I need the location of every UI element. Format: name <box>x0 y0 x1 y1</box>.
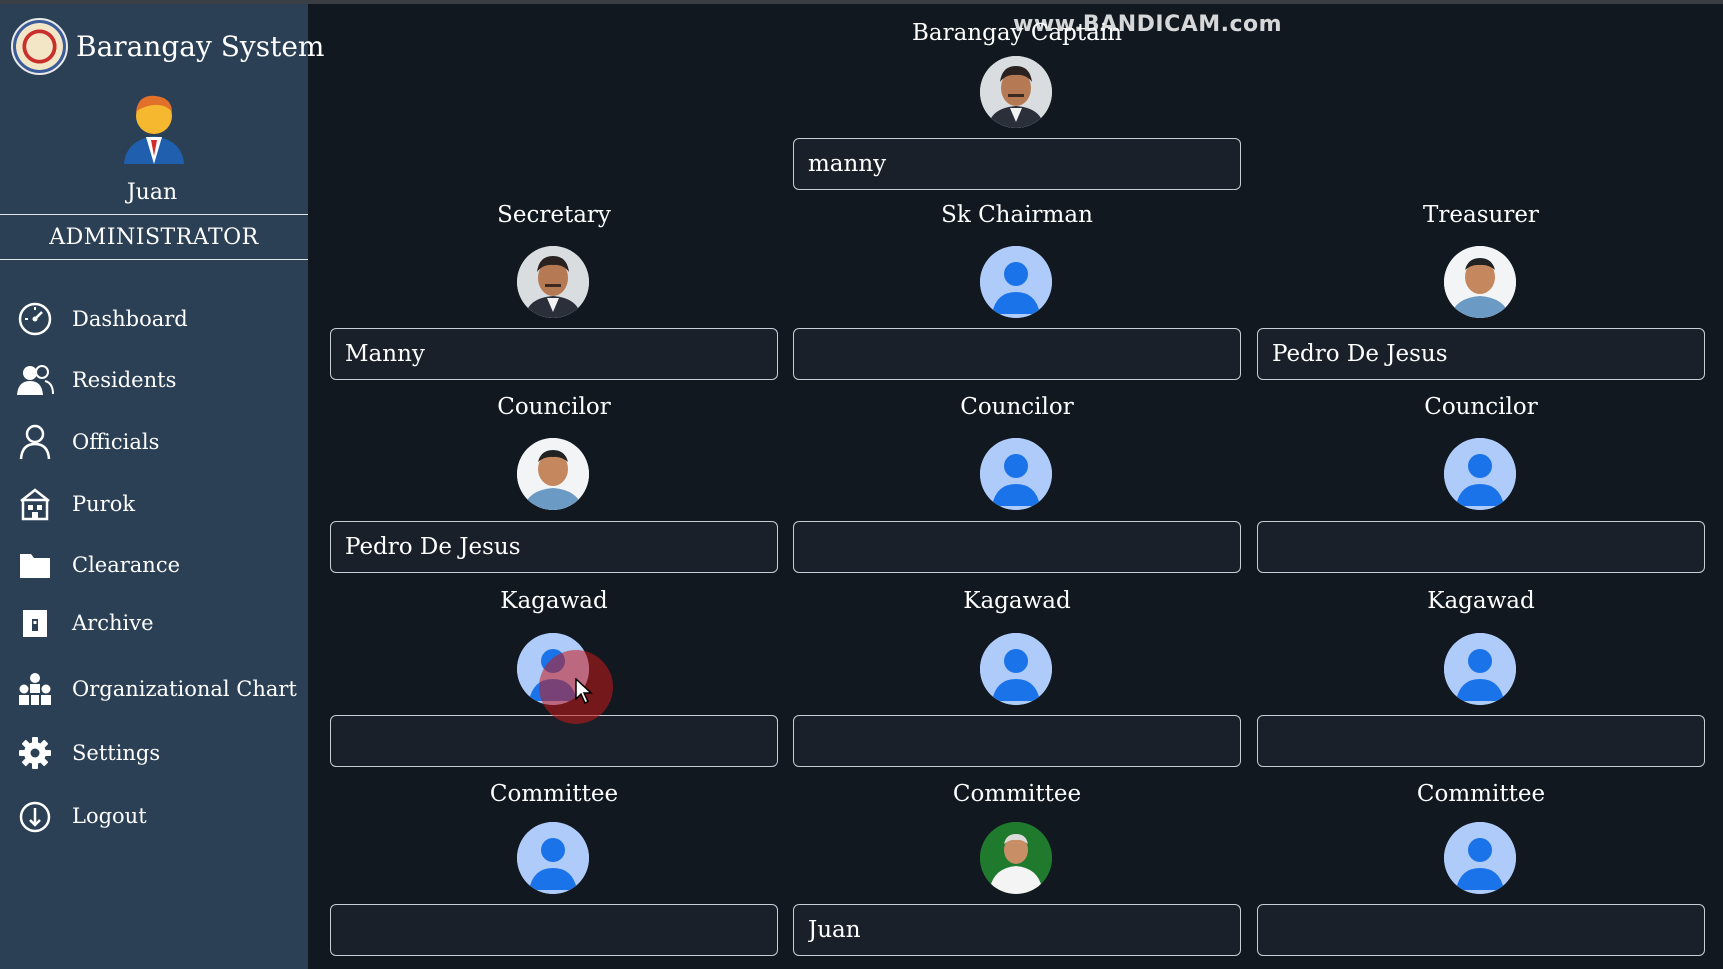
role-title-committee: Committee <box>952 781 1082 807</box>
role-title-committee: Committee <box>489 781 619 807</box>
role-title-secretary: Secretary <box>497 202 611 228</box>
committee-2-photo[interactable] <box>980 822 1052 894</box>
purok-building-icon <box>16 485 54 523</box>
sidebar-item-label: Dashboard <box>72 307 188 331</box>
sidebar-item-residents[interactable]: Residents <box>16 358 302 402</box>
role-title-kagawad: Kagawad <box>500 588 608 614</box>
role-title-committee: Committee <box>1416 781 1546 807</box>
captain-photo[interactable] <box>980 56 1052 128</box>
sidebar: Barangay System Juan ADMINISTRATOR Dashb… <box>0 4 324 969</box>
committee-1-name-field[interactable] <box>330 904 778 956</box>
secretary-name-field[interactable] <box>330 328 778 380</box>
sk-chairman-default-avatar[interactable] <box>980 246 1052 318</box>
committee-1-default-avatar[interactable] <box>517 822 589 894</box>
councilor-2-name-field[interactable] <box>793 521 1241 573</box>
app-title: Barangay System <box>76 30 325 63</box>
role-title-councilor: Councilor <box>497 394 611 420</box>
user-role-banner: ADMINISTRATOR <box>0 214 308 260</box>
sidebar-item-clearance[interactable]: Clearance <box>16 543 302 587</box>
sidebar-item-officials[interactable]: Officials <box>16 420 302 464</box>
sidebar-item-label: Residents <box>72 368 177 392</box>
role-title-sk-chairman: Sk Chairman <box>941 202 1093 228</box>
committee-3-default-avatar[interactable] <box>1444 822 1516 894</box>
power-icon <box>16 797 54 835</box>
committee-3-name-field[interactable] <box>1257 904 1705 956</box>
mouse-pointer-icon <box>575 677 593 705</box>
sidebar-item-settings[interactable]: Settings <box>16 731 302 775</box>
councilor-1-photo[interactable] <box>517 438 589 510</box>
officials-user-icon <box>16 423 54 461</box>
role-title-kagawad: Kagawad <box>963 588 1071 614</box>
secretary-photo[interactable] <box>517 246 589 318</box>
role-title-councilor: Councilor <box>1424 394 1538 420</box>
sidebar-item-label: Officials <box>72 430 160 454</box>
user-role: ADMINISTRATOR <box>49 224 259 250</box>
sidebar-item-label: Purok <box>72 492 136 516</box>
role-title-treasurer: Treasurer <box>1423 202 1539 228</box>
barangay-captain-name-field[interactable] <box>793 138 1241 190</box>
folder-icon <box>16 546 54 584</box>
user-name: Juan <box>126 180 178 205</box>
councilor-3-default-avatar[interactable] <box>1444 438 1516 510</box>
sidebar-item-purok[interactable]: Purok <box>16 482 302 526</box>
sidebar-item-label: Logout <box>72 804 147 828</box>
sidebar-item-label: Settings <box>72 741 161 765</box>
kagawad-3-default-avatar[interactable] <box>1444 633 1516 705</box>
brand: Barangay System <box>11 18 324 75</box>
sidebar-item-dashboard[interactable]: Dashboard <box>16 297 302 341</box>
sidebar-item-logout[interactable]: Logout <box>16 794 302 838</box>
sk-chairman-name-field[interactable] <box>793 328 1241 380</box>
committee-2-name-field[interactable] <box>793 904 1241 956</box>
councilor-3-name-field[interactable] <box>1257 521 1705 573</box>
sidebar-item-archive[interactable]: Archive <box>16 601 302 645</box>
kagawad-1-name-field[interactable] <box>330 715 778 767</box>
sidebar-item-label: Clearance <box>72 553 181 577</box>
councilor-2-default-avatar[interactable] <box>980 438 1052 510</box>
role-title-councilor: Councilor <box>960 394 1074 420</box>
kagawad-3-name-field[interactable] <box>1257 715 1705 767</box>
org-chart-icon <box>16 670 54 708</box>
archive-icon <box>16 604 54 642</box>
treasurer-name-field[interactable] <box>1257 328 1705 380</box>
role-title-kagawad: Kagawad <box>1427 588 1535 614</box>
gear-icon <box>16 734 54 772</box>
sidebar-item-organizational-chart[interactable]: Organizational Chart <box>16 667 302 711</box>
kagawad-2-name-field[interactable] <box>793 715 1241 767</box>
role-title-barangay-captain: Barangay Captain <box>911 20 1123 46</box>
sidebar-item-label: Organizational Chart <box>72 677 297 701</box>
sidebar-item-label: Archive <box>72 611 154 635</box>
councilor-1-name-field[interactable] <box>330 521 778 573</box>
dashboard-gauge-icon <box>16 300 54 338</box>
user-avatar <box>118 90 190 164</box>
treasurer-photo[interactable] <box>1444 246 1516 318</box>
org-chart-panel: www.BANDICAM.com Barangay Captain Secret… <box>308 4 1723 969</box>
barangay-seal-logo <box>11 18 68 75</box>
kagawad-2-default-avatar[interactable] <box>980 633 1052 705</box>
residents-icon <box>16 361 54 399</box>
